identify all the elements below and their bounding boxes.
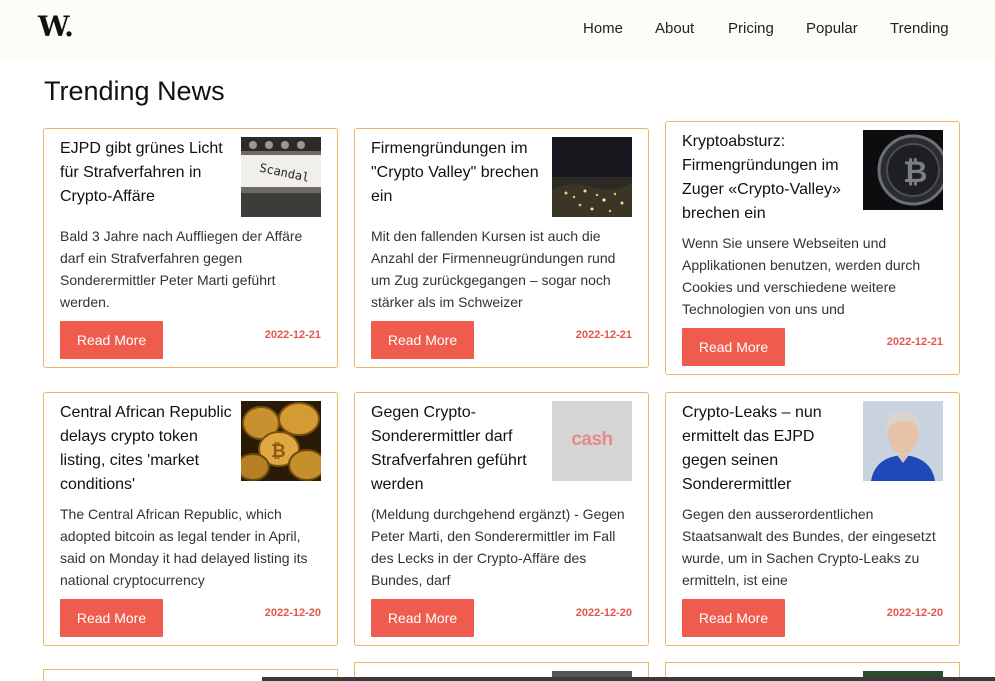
card-excerpt: Bald 3 Jahre nach Auffliegen der Affäre … — [60, 228, 303, 310]
news-card: Kryptoabsturz: Firmengründungen im Zuger… — [665, 121, 960, 375]
read-more-button[interactable]: Read More — [371, 321, 474, 359]
site-logo[interactable]: W. — [38, 10, 74, 43]
card-excerpt: Wenn Sie unsere Webseiten und Applikatio… — [682, 235, 921, 317]
card-thumbnail[interactable]: ₿ — [863, 130, 943, 210]
page-title: Trending News — [44, 76, 225, 106]
thumb-caption: cash — [571, 429, 613, 450]
nav-home-link[interactable]: Home — [583, 20, 623, 37]
card-title[interactable]: Central African Republic delays crypto t… — [60, 401, 232, 497]
news-card: Central African Republic delays crypto t… — [43, 392, 338, 646]
card-excerpt: (Meldung durchgehend ergänzt) - Gegen Pe… — [371, 506, 625, 588]
card-thumbnail[interactable] — [863, 401, 943, 481]
nav-pricing-link[interactable]: Pricing — [728, 20, 774, 37]
read-more-button[interactable]: Read More — [682, 599, 785, 637]
read-more-button[interactable]: Read More — [60, 321, 163, 359]
card-title[interactable]: Firmengründungen im "Crypto Valley" brec… — [371, 137, 543, 209]
news-card: EJPD gibt grünes Licht für Strafverfahre… — [43, 128, 338, 368]
card-thumbnail[interactable]: cash — [552, 401, 632, 481]
card-thumbnail[interactable]: Scandal — [241, 137, 321, 217]
card-excerpt: The Central African Republic, which adop… — [60, 506, 308, 588]
news-card: Gegen Crypto-Sonderermittler darf Strafv… — [354, 392, 649, 646]
read-more-button[interactable]: Read More — [371, 599, 474, 637]
navbar: W. Home About Pricing Popular Trending — [0, 0, 995, 59]
card-date: 2022-12-20 — [886, 607, 943, 619]
card-date: 2022-12-21 — [264, 329, 321, 341]
nav-about-link[interactable]: About — [655, 20, 694, 37]
nav-trending-link[interactable]: Trending — [890, 20, 949, 37]
svg-text:₿: ₿ — [903, 155, 927, 190]
card-thumbnail[interactable] — [552, 137, 632, 217]
card-date: 2022-12-21 — [886, 336, 943, 348]
read-more-button[interactable]: Read More — [682, 328, 785, 366]
read-more-button[interactable]: Read More — [60, 599, 163, 637]
card-date: 2022-12-20 — [264, 607, 321, 619]
card-title[interactable]: EJPD gibt grünes Licht für Strafverfahre… — [60, 137, 232, 209]
svg-text:₿: ₿ — [271, 441, 286, 462]
card-excerpt: Gegen den ausserordentlichen Staatsanwal… — [682, 506, 936, 588]
card-title[interactable]: Kryptoabsturz: Firmengründungen im Zuger… — [682, 130, 854, 226]
card-title[interactable]: Gegen Crypto-Sonderermittler darf Strafv… — [371, 401, 543, 497]
card-excerpt: Mit den fallenden Kursen ist auch die An… — [371, 228, 616, 310]
card-title[interactable]: Crypto-Leaks – nun ermittelt das EJPD ge… — [682, 401, 854, 497]
news-card: Crypto-Leaks – nun ermittelt das EJPD ge… — [665, 392, 960, 646]
nav-popular-link[interactable]: Popular — [806, 20, 858, 37]
card-date: 2022-12-21 — [575, 329, 632, 341]
card-date: 2022-12-20 — [575, 607, 632, 619]
card-thumbnail[interactable]: ₿ — [241, 401, 321, 481]
news-card: Firmengründungen im "Crypto Valley" brec… — [354, 128, 649, 368]
horizontal-scrollbar[interactable] — [262, 677, 995, 681]
